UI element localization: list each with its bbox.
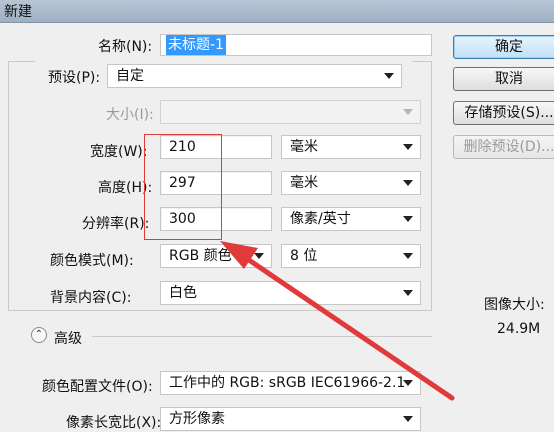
annotation-arrow-icon: [220, 241, 455, 401]
